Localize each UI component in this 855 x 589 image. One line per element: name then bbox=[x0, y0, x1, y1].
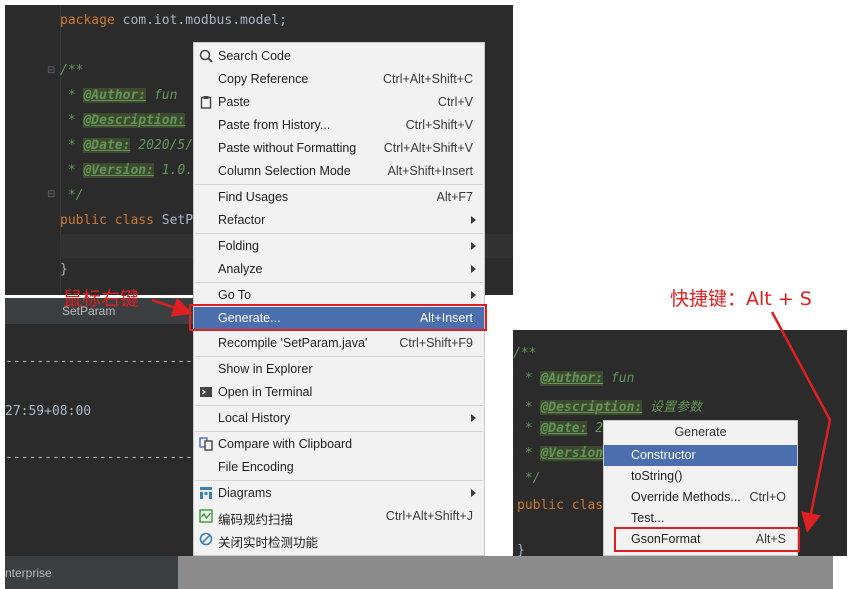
arrow-to-gsonformat bbox=[770, 311, 832, 533]
arrow-to-generate bbox=[151, 297, 193, 317]
annotation-arrows bbox=[151, 297, 832, 533]
